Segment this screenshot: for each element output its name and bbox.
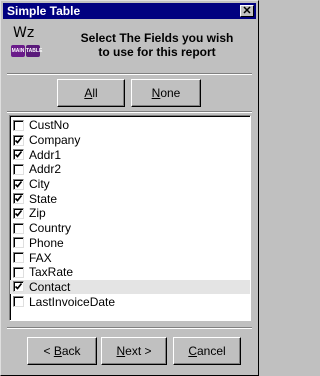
wizard-logo: Wz MAIN TABLE	[9, 25, 45, 65]
field-checkbox[interactable]	[13, 296, 24, 308]
field-item-taxrate[interactable]: TaxRate	[10, 265, 250, 280]
field-label: Contact	[29, 279, 71, 294]
checkmark-icon	[14, 136, 23, 144]
checkmark-icon	[14, 195, 23, 202]
list-separator	[7, 111, 252, 113]
field-checkbox[interactable]	[13, 163, 24, 175]
field-checkbox[interactable]	[13, 178, 24, 190]
next-accel: N	[116, 344, 126, 358]
field-label: State	[29, 191, 58, 206]
window-title: Simple Table	[7, 4, 81, 18]
field-item-custno[interactable]: CustNo	[10, 118, 250, 133]
field-checkbox[interactable]	[13, 149, 24, 161]
logo-badge-table: TABLE	[26, 45, 42, 57]
close-button[interactable]: ✕	[240, 5, 254, 17]
field-label: Country	[29, 221, 72, 236]
field-checkbox[interactable]	[13, 266, 24, 278]
select-all-button[interactable]: All	[57, 79, 125, 107]
select-all-label: ll	[92, 86, 98, 100]
field-checkbox[interactable]	[13, 252, 24, 264]
field-item-city[interactable]: City	[10, 177, 250, 192]
back-button[interactable]: < Back	[27, 337, 97, 365]
logo-badges: MAIN TABLE	[11, 45, 42, 57]
field-item-contact[interactable]: Contact	[10, 279, 250, 295]
field-label: Addr1	[29, 147, 62, 162]
checkmark-icon	[14, 283, 23, 291]
field-item-addr2[interactable]: Addr2	[10, 162, 250, 177]
field-checkbox[interactable]	[13, 207, 24, 219]
checkmark-icon	[14, 180, 23, 188]
field-label: City	[29, 177, 50, 192]
select-none-label: one	[160, 86, 181, 100]
field-label: Phone	[29, 235, 64, 250]
instruction-line-1: Select The Fields you wish	[80, 31, 234, 45]
select-none-button[interactable]: None	[131, 79, 201, 107]
field-item-country[interactable]: Country	[10, 221, 250, 236]
field-item-zip[interactable]: Zip	[10, 206, 250, 221]
checkmark-icon	[14, 209, 23, 217]
logo-badge-main: MAIN	[11, 45, 25, 57]
field-checkbox[interactable]	[13, 281, 24, 293]
field-label: LastInvoiceDate	[29, 294, 116, 309]
back-accel: B	[53, 344, 62, 358]
checkmark-icon	[14, 151, 23, 158]
field-label: CustNo	[29, 118, 70, 133]
back-prefix: <	[43, 344, 54, 358]
simple-table-dialog: Simple Table ✕ Wz MAIN TABLE Select The …	[0, 0, 259, 376]
cancel-label: ancel	[196, 344, 226, 358]
field-checkbox[interactable]	[13, 119, 24, 131]
select-none-accel: N	[151, 86, 161, 100]
field-checkbox[interactable]	[13, 237, 24, 249]
field-item-addr1[interactable]: Addr1	[10, 147, 250, 162]
cancel-accel: C	[188, 344, 197, 358]
instruction-text: Select The Fields you wish to use for th…	[59, 31, 255, 59]
next-button[interactable]: Next >	[101, 337, 167, 365]
field-item-fax[interactable]: FAX	[10, 250, 250, 265]
field-checkbox[interactable]	[13, 134, 24, 146]
field-label: Company	[29, 133, 81, 148]
instruction-line-2: to use for this report	[98, 45, 216, 59]
field-item-company[interactable]: Company	[10, 133, 250, 148]
field-label: Zip	[29, 206, 46, 221]
top-separator	[7, 73, 252, 75]
title-bar[interactable]: Simple Table ✕	[3, 3, 256, 19]
field-item-lastinvoicedate[interactable]: LastInvoiceDate	[10, 294, 250, 309]
field-label: Addr2	[29, 162, 62, 177]
field-item-state[interactable]: State	[10, 191, 250, 206]
field-label: FAX	[29, 250, 52, 265]
field-item-phone[interactable]: Phone	[10, 236, 250, 251]
field-checkbox[interactable]	[13, 193, 24, 205]
next-label: ext >	[125, 344, 152, 358]
back-label: ack	[61, 344, 81, 358]
bottom-separator	[7, 327, 252, 329]
field-label: TaxRate	[29, 265, 74, 280]
logo-text: Wz	[13, 25, 35, 41]
cancel-button[interactable]: Cancel	[173, 337, 241, 365]
field-checkbox[interactable]	[13, 222, 24, 234]
field-checklist[interactable]: CustNo Company Addr1 Addr2 City State Zip Count…	[9, 115, 251, 321]
